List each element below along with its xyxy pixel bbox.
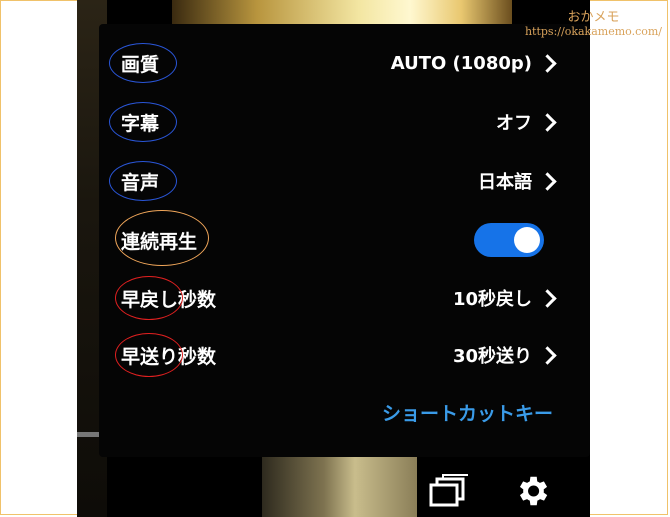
chevron-right-icon [538,53,557,73]
autoplay-toggle[interactable] [474,223,544,257]
watermark-url: https://okakamemo.com/ [524,25,662,38]
menu-row-audio[interactable]: 音声 日本語 [99,156,590,206]
gear-icon[interactable] [513,472,551,510]
menu-row-rewind-seconds[interactable]: 早戻し秒数 10秒戻し [99,273,590,323]
menu-row-quality[interactable]: 画質 AUTO (1080p) [99,38,590,88]
stacked-windows-icon[interactable] [429,474,469,508]
player-controls [77,457,590,517]
chevron-right-icon [538,288,557,308]
subtitles-label: 字幕 [121,112,160,135]
watermark: おかメモ https://okakamemo.com/ [525,6,662,38]
forward-seconds-label: 早送り秒数 [121,345,217,368]
forward-seconds-value: 30秒送り [452,346,532,367]
toggle-knob [514,227,540,253]
subtitles-value: オフ [496,113,532,134]
chevron-right-icon [538,171,557,191]
menu-row-forward-seconds[interactable]: 早送り秒数 30秒送り [99,330,590,380]
chevron-right-icon [538,112,557,132]
quality-label: 画質 [121,53,160,76]
quality-value: AUTO (1080p) [390,52,532,74]
settings-menu: 画質 AUTO (1080p) 字幕 オフ 音声 日本語 連続再生 早戻し秒数 … [99,24,590,457]
watermark-title: おかメモ [567,10,620,25]
audio-value: 日本語 [478,172,532,193]
rewind-seconds-value: 10秒戻し [452,289,532,310]
rewind-seconds-label: 早戻し秒数 [121,288,217,311]
autoplay-label: 連続再生 [121,230,198,253]
shortcut-keys-link[interactable]: ショートカットキー [382,399,553,426]
chevron-right-icon [538,345,557,365]
menu-row-autoplay[interactable]: 連続再生 [99,215,590,265]
audio-label: 音声 [121,171,160,194]
menu-row-subtitles[interactable]: 字幕 オフ [99,97,590,147]
